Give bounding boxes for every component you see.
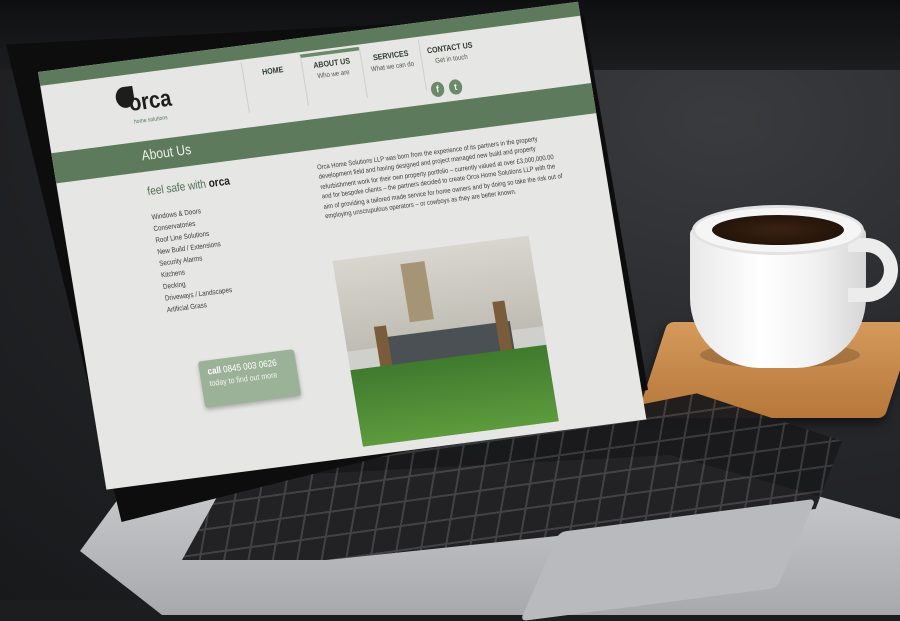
services-list: Windows & Doors Conservatories Roof Line… [151,194,308,317]
tagline-lead: feel safe with [146,178,207,199]
social-links: f t [429,78,464,98]
twitter-icon[interactable]: t [447,78,464,96]
coffee [712,215,844,245]
logo-word: orca [126,85,174,117]
website-screen: orca home solutions HOME ABOUT US Who we… [38,1,647,490]
main-content: Orca Home Solutions LLP was born from th… [317,133,567,223]
about-paragraph: Orca Home Solutions LLP was born from th… [316,136,564,221]
tagline-brand: orca [207,175,231,191]
nav-home[interactable]: HOME [240,54,309,114]
cta-call: call [206,364,222,377]
orca-logo[interactable]: orca home solutions [112,77,190,135]
sidebar: feel safe with orca Windows & Doors Cons… [147,168,308,317]
tagline: feel safe with orca [146,168,289,199]
garden-photo [332,235,559,447]
page-title: About Us [140,141,193,164]
nav-services[interactable]: SERVICES What we can do [358,39,427,98]
facebook-icon[interactable]: f [429,80,446,98]
call-to-action-box[interactable]: call 0845 003 0626 today to find out mor… [197,349,302,409]
nav-about-us[interactable]: ABOUT US Who we are [299,46,368,106]
nav-home-label: HOME [261,66,285,78]
